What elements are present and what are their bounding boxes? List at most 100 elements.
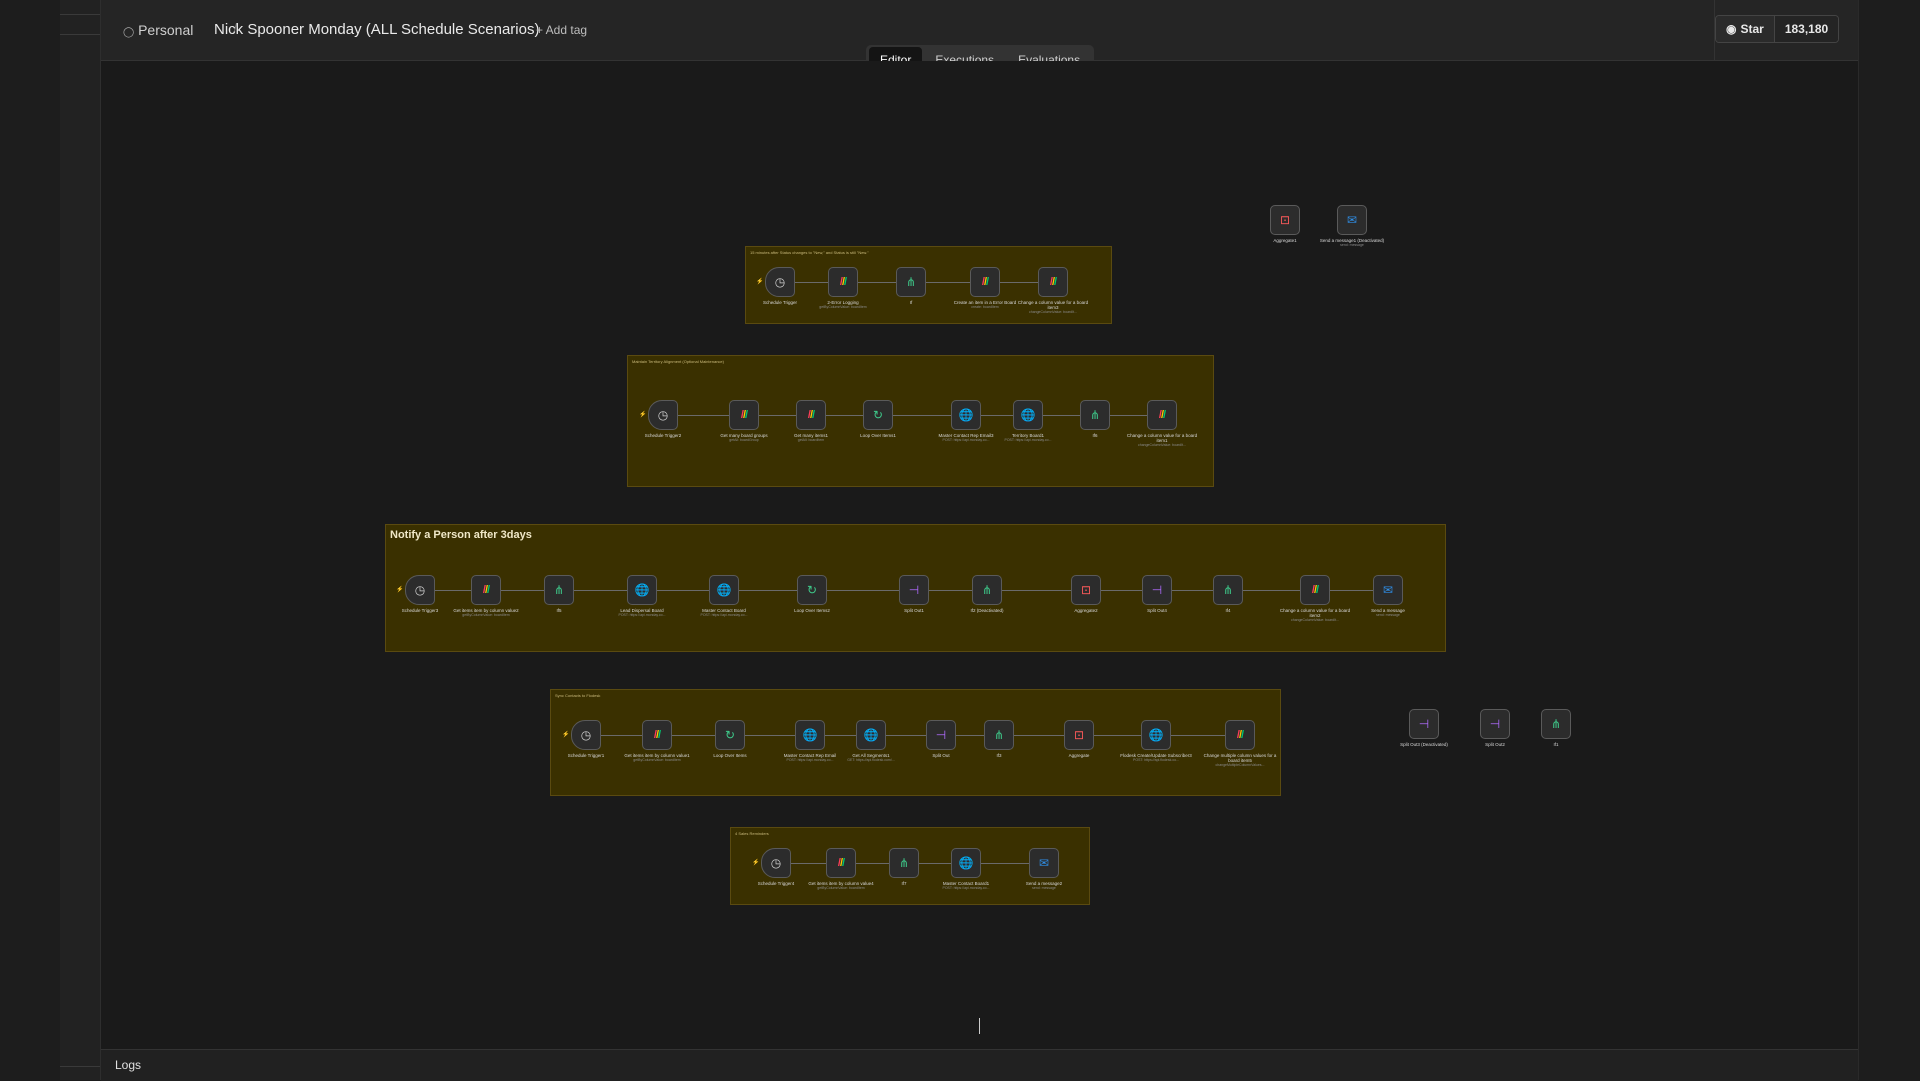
monday-icon: ///	[1158, 408, 1166, 421]
node-connection	[745, 735, 795, 736]
logs-panel[interactable]: Logs	[101, 1049, 1858, 1081]
workflow-node-if5[interactable]: ⋔	[544, 575, 574, 605]
loop-icon: ↻	[806, 583, 818, 597]
workflow-node-master-contact-board1[interactable]: 🌐	[951, 848, 981, 878]
node-connection	[1094, 735, 1141, 736]
node-subtitle: getAll: boardItem	[797, 438, 825, 442]
workflow-node-get-many-items1[interactable]: ///	[796, 400, 826, 430]
node-subtitle: getByColumnValue: boardItem	[819, 305, 867, 309]
github-star-button[interactable]: ◉ Star	[1716, 16, 1775, 42]
breadcrumb-owner[interactable]: ◯ Personal	[123, 22, 193, 38]
workflow-node-territory-board1[interactable]: 🌐	[1013, 400, 1043, 430]
workflow-node-get-items-item-by-column-value1[interactable]: ///	[642, 720, 672, 750]
node-connection	[678, 415, 729, 416]
workflow-node-split-out2[interactable]: ⊣	[1480, 709, 1510, 739]
node-connection	[858, 282, 896, 283]
node-connection	[759, 415, 796, 416]
trigger-bolt-icon: ⚡	[752, 860, 760, 866]
workflow-node-change-multiple-column-values-for-a-board-item5[interactable]: ///	[1225, 720, 1255, 750]
workflow-node-aggregate[interactable]: ⊡	[1064, 720, 1094, 750]
node-label: Flodesk Create/Update Subscriber3 POST: h…	[1119, 753, 1193, 763]
sticky-note-group[interactable]: Maintain Territory Alignment (Optional M…	[627, 355, 1214, 487]
workflow-node-get-all-segments1[interactable]: 🌐	[856, 720, 886, 750]
workflow-node-if1[interactable]: ⋔	[1541, 709, 1571, 739]
outlook-icon: ✉	[1346, 213, 1358, 227]
workflow-node-create-an-item-in-a-error-board[interactable]: ///	[970, 267, 1000, 297]
node-label: Aggregate1	[1248, 238, 1322, 243]
workflow-node-lead-dispersal-board[interactable]: 🌐	[627, 575, 657, 605]
node-connection	[825, 735, 856, 736]
node-label: If2 (Deactivated)	[950, 608, 1024, 613]
workflow-node-schedule-trigger4[interactable]: ◷	[761, 848, 791, 878]
node-connection	[886, 735, 926, 736]
workflow-node-aggregate2[interactable]: ⊡	[1071, 575, 1101, 605]
node-name: Split Out3 (Deactivated)	[1400, 742, 1448, 747]
node-name: Change multiple column values for a boar…	[1203, 753, 1277, 763]
workflow-node-change-a-column-value-for-a-board-item2[interactable]: ///	[1300, 575, 1330, 605]
workflow-node-split-out[interactable]: ⊣	[926, 720, 956, 750]
outlook-icon: ✉	[1038, 856, 1050, 870]
node-subtitle: getByColumnValue: boardItem	[462, 613, 510, 617]
node-label: Create an item in a Error Board create: b…	[948, 300, 1022, 310]
workflow-node-change-a-column-value-for-a-board-item3[interactable]: ///	[1038, 267, 1068, 297]
workflow-node-split-out4[interactable]: ⊣	[1142, 575, 1172, 605]
node-name: If7	[901, 881, 907, 886]
workflow-node-if3[interactable]: ⋔	[984, 720, 1014, 750]
split-icon: ⊣	[1151, 583, 1163, 597]
workflow-node-if2-deactivated[interactable]: ⋔	[972, 575, 1002, 605]
workflow-node-2-error-logging[interactable]: ///	[828, 267, 858, 297]
workflow-node-split-out1[interactable]: ⊣	[899, 575, 929, 605]
workflow-node-get-items-item-by-column-value2[interactable]: ///	[471, 575, 501, 605]
workflow-node-loop-over-items2[interactable]: ↻	[797, 575, 827, 605]
workflow-node-send-a-message1-deactivated[interactable]: ✉	[1337, 205, 1367, 235]
workflow-node-schedule-trigger3[interactable]: ◷	[405, 575, 435, 605]
workflow-node-flodesk-create-update-subscriber3[interactable]: 🌐	[1141, 720, 1171, 750]
node-label: Send a message2 send: message	[1007, 881, 1081, 891]
workflow-node-loop-over-items[interactable]: ↻	[715, 720, 745, 750]
workflow-node-if6[interactable]: ⋔	[1080, 400, 1110, 430]
globe-icon: 🌐	[958, 408, 974, 422]
node-connection	[1330, 590, 1373, 591]
workflow-node-loop-over-items1[interactable]: ↻	[863, 400, 893, 430]
outlook-icon: ✉	[1382, 583, 1394, 597]
workflow-node-aggregate1[interactable]: ⊡	[1270, 205, 1300, 235]
trigger-bolt-icon: ⚡	[639, 412, 647, 418]
workflow-node-if[interactable]: ⋔	[896, 267, 926, 297]
node-name: If5	[556, 608, 562, 613]
text-cursor	[979, 1018, 980, 1034]
workflow-node-schedule-trigger[interactable]: ◷	[765, 267, 795, 297]
add-tag-button[interactable]: + Add tag	[536, 23, 587, 37]
workflow-node-if7[interactable]: ⋔	[889, 848, 919, 878]
workflow-node-send-a-message2[interactable]: ✉	[1029, 848, 1059, 878]
monday-icon: ///	[839, 275, 847, 288]
workflow-node-master-contact-board[interactable]: 🌐	[709, 575, 739, 605]
node-connection	[1014, 735, 1064, 736]
workflow-title[interactable]: Nick Spooner Monday (ALL Schedule Scenar…	[214, 21, 539, 38]
workflow-node-get-many-board-groups[interactable]: ///	[729, 400, 759, 430]
node-connection	[893, 415, 951, 416]
globe-icon: 🌐	[802, 728, 818, 742]
node-label: If3	[962, 753, 1036, 758]
clock-icon: ◷	[580, 728, 592, 742]
workflow-node-get-items-item-by-column-value4[interactable]: ///	[826, 848, 856, 878]
workflow-node-schedule-trigger1[interactable]: ◷	[571, 720, 601, 750]
workflow-node-schedule-trigger2[interactable]: ◷	[648, 400, 678, 430]
node-subtitle: POST: https://api.monday.co...	[700, 613, 748, 617]
node-connection	[795, 282, 828, 283]
node-name: Schedule Trigger3	[401, 608, 439, 613]
node-subtitle: changeColumnValue: boardIt...	[1138, 443, 1186, 447]
github-icon: ◉	[1726, 22, 1737, 36]
github-star-widget[interactable]: ◉ Star 183,180	[1715, 15, 1840, 43]
workflow-node-master-contact-rep-email[interactable]: 🌐	[795, 720, 825, 750]
workflow-node-change-a-column-value-for-a-board-item1[interactable]: ///	[1147, 400, 1177, 430]
github-star-count: 183,180	[1774, 16, 1839, 42]
workflow-node-master-contact-rep-email3[interactable]: 🌐	[951, 400, 981, 430]
node-name: Schedule Trigger4	[757, 881, 795, 886]
workflow-node-if4[interactable]: ⋔	[1213, 575, 1243, 605]
workflow-node-split-out3-deactivated[interactable]: ⊣	[1409, 709, 1439, 739]
globe-icon: 🌐	[634, 583, 650, 597]
monday-icon: ///	[482, 583, 490, 596]
node-label: Send a message send: message	[1351, 608, 1425, 618]
workflow-canvas[interactable]: 15 minutes after Status changes to "New,…	[101, 61, 1858, 1049]
workflow-node-send-a-message[interactable]: ✉	[1373, 575, 1403, 605]
